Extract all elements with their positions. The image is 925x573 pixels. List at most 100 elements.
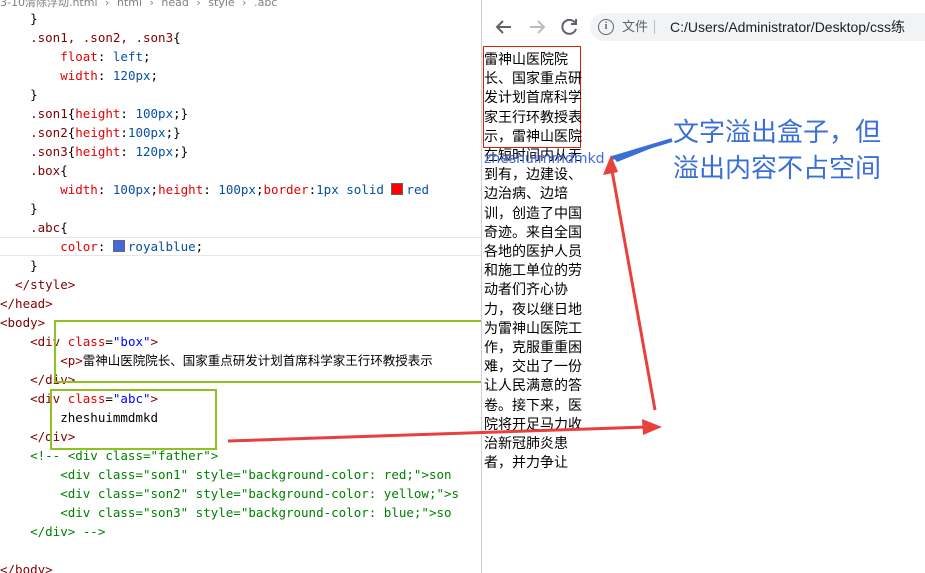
code-token: : xyxy=(97,182,113,197)
code-token: ; xyxy=(195,239,204,254)
breadcrumb-item-html[interactable]: html xyxy=(117,0,142,8)
code-line[interactable]: <div class="son2" style="background-colo… xyxy=(0,484,481,503)
code-token: : xyxy=(97,68,113,83)
code-editor[interactable]: 3-10清除浮动.html › html › head › style › .a… xyxy=(0,0,481,573)
code-token: 1px solid xyxy=(316,182,392,197)
code-line[interactable]: .son3{height: 120px;} xyxy=(0,142,481,161)
code-token: 120px xyxy=(135,144,174,159)
info-icon[interactable]: i xyxy=(598,19,614,35)
file-label: 文件 xyxy=(622,19,649,34)
code-token: .son1 xyxy=(0,106,68,121)
code-line[interactable]: } xyxy=(0,199,481,218)
code-token: height xyxy=(75,144,121,159)
breadcrumb-item-selector[interactable]: .abc xyxy=(254,0,277,8)
code-line[interactable]: </style> xyxy=(0,275,481,294)
code-token: .box xyxy=(0,163,61,178)
color-swatch[interactable] xyxy=(391,183,404,195)
highlight-abc-div xyxy=(50,389,217,450)
code-token: } xyxy=(0,87,38,102)
code-line[interactable]: .son1{height: 100px;} xyxy=(0,104,481,123)
box-overflow-text: 雷神山医院院长、国家重点研发计划首席科学家王行环教授表示，雷神山医院在短时间内从… xyxy=(484,52,582,472)
code-token: : xyxy=(97,49,113,64)
code-token: ;} xyxy=(173,144,189,159)
code-token: .son1, .son2, .son3 xyxy=(0,30,174,45)
code-token: red xyxy=(406,182,429,197)
code-token: 120px xyxy=(112,68,151,83)
code-token: width xyxy=(0,182,98,197)
address-separator xyxy=(654,20,655,34)
code-token: <!-- <div class="father"> xyxy=(0,448,219,463)
highlight-box-div xyxy=(54,320,481,383)
browser-toolbar: i 文件 C:/Users/Administrator/Desktop/css练 xyxy=(482,10,925,44)
code-token: : xyxy=(97,239,113,254)
breadcrumb-item-style[interactable]: style xyxy=(208,0,234,8)
code-token: { xyxy=(60,220,68,235)
code-line[interactable]: float: left; xyxy=(0,47,481,66)
code-token: { xyxy=(173,30,181,45)
arrow-right-icon xyxy=(530,20,546,34)
code-line[interactable]: .son2{height:100px;} xyxy=(0,123,481,142)
code-token: ; xyxy=(150,182,159,197)
code-token: <div class="son2" style="background-colo… xyxy=(0,486,460,501)
annotation-line-1: 文字溢出盒子，但 xyxy=(673,118,882,148)
code-token: : xyxy=(120,106,136,121)
code-token: </body> xyxy=(0,562,53,573)
color-swatch[interactable] xyxy=(112,240,125,252)
code-line[interactable]: </div> --> xyxy=(0,522,481,541)
code-token: } xyxy=(0,258,38,273)
arrow-left-icon xyxy=(495,20,511,34)
code-token: </style> xyxy=(0,277,76,292)
code-line[interactable]: } xyxy=(0,256,481,275)
code-token: .abc xyxy=(0,220,61,235)
forward-button[interactable] xyxy=(525,15,549,39)
code-token: .son2 xyxy=(0,125,68,140)
code-token: ;} xyxy=(173,106,189,121)
code-token: 100px xyxy=(135,106,174,121)
breadcrumb-item-head[interactable]: head xyxy=(161,0,188,8)
code-line[interactable]: .son1, .son2, .son3{ xyxy=(0,28,481,47)
breadcrumb: 3-10清除浮动.html › html › head › style › .a… xyxy=(0,0,481,8)
code-token: royalblue xyxy=(127,239,196,254)
code-token: : xyxy=(203,182,219,197)
code-line[interactable]: width: 100px;height: 100px;border:1px so… xyxy=(0,180,481,199)
url-text[interactable]: C:/Users/Administrator/Desktop/css练 xyxy=(670,13,905,41)
code-line[interactable]: .box{ xyxy=(0,161,481,180)
code-token: height xyxy=(75,125,121,140)
code-token: 100px xyxy=(112,182,151,197)
code-token: 100px xyxy=(218,182,256,197)
abc-text: zheshuimmdmkd xyxy=(484,151,605,167)
code-line[interactable] xyxy=(0,541,481,560)
code-line[interactable]: <div class="son3" style="background-colo… xyxy=(0,503,481,522)
annotation-line-2: 溢出内容不占空间 xyxy=(673,154,882,184)
code-area[interactable]: } .son1, .son2, .son3{ float: left; widt… xyxy=(0,9,481,573)
reload-icon xyxy=(561,18,577,35)
code-token: </div> --> xyxy=(0,524,106,539)
code-token: ;} xyxy=(165,125,181,140)
code-token: ; xyxy=(143,49,151,64)
code-line[interactable]: <div class="son1" style="background-colo… xyxy=(0,465,481,484)
code-line[interactable]: width: 120px; xyxy=(0,66,481,85)
code-token: </head> xyxy=(0,296,53,311)
reload-button[interactable] xyxy=(557,15,581,39)
breadcrumb-item-file[interactable]: 3-10清除浮动.html xyxy=(0,0,98,8)
address-bar[interactable]: i 文件 C:/Users/Administrator/Desktop/css练 xyxy=(590,13,925,41)
browser-window: i 文件 C:/Users/Administrator/Desktop/css练… xyxy=(481,0,925,573)
code-line[interactable]: } xyxy=(0,85,481,104)
code-token: border xyxy=(263,182,309,197)
code-token: : xyxy=(120,125,128,140)
code-line[interactable]: </body> xyxy=(0,560,481,573)
code-token: : xyxy=(120,144,136,159)
code-line[interactable]: .abc{ xyxy=(0,218,481,237)
code-token: <body> xyxy=(0,315,46,330)
back-button[interactable] xyxy=(492,15,516,39)
code-line[interactable]: </head> xyxy=(0,294,481,313)
code-token: { xyxy=(60,163,68,178)
code-line[interactable]: } xyxy=(0,9,481,28)
code-token: color xyxy=(0,239,98,254)
code-token: .son3 xyxy=(0,144,68,159)
code-token: left xyxy=(112,49,144,64)
code-token: } xyxy=(0,201,38,216)
code-line[interactable]: color: royalblue; xyxy=(0,237,481,256)
code-token: } xyxy=(0,11,38,26)
code-token: height xyxy=(75,106,121,121)
